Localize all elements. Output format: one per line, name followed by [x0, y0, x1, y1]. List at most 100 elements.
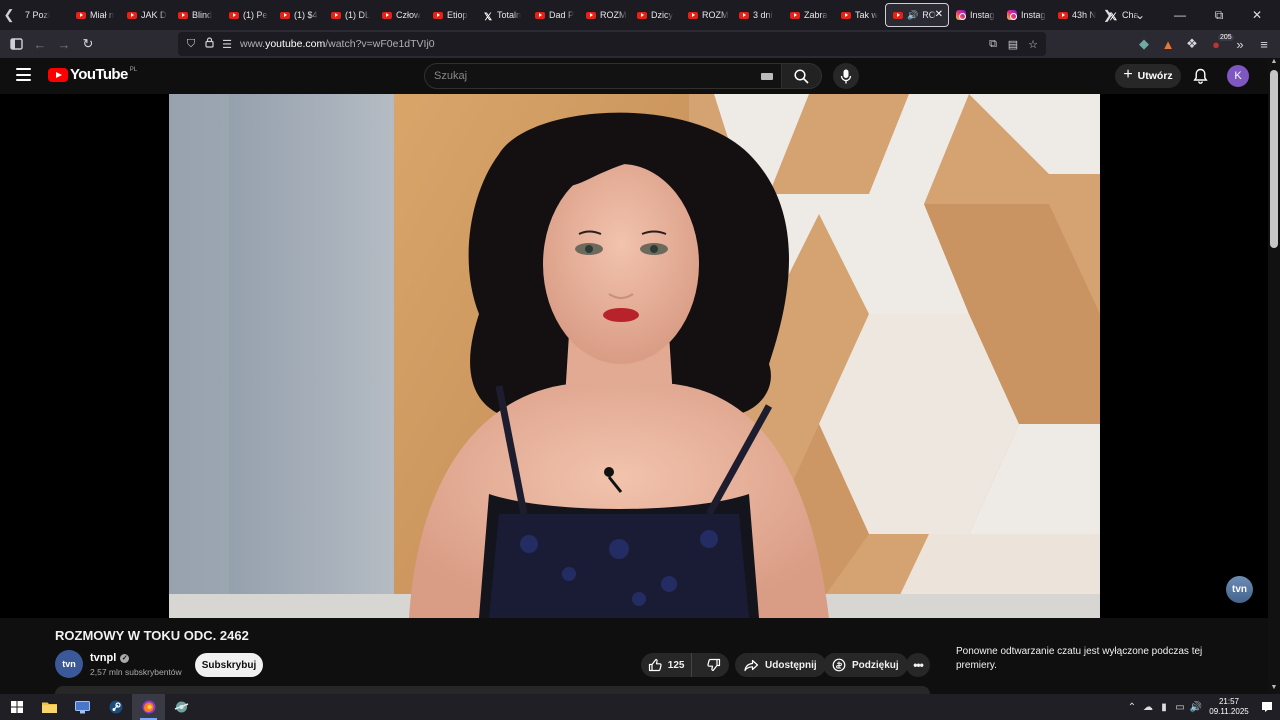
url-host: youtube.com — [265, 38, 326, 50]
voice-search-button[interactable] — [833, 63, 859, 89]
browser-tab[interactable]: Instag — [1000, 3, 1051, 27]
browser-tab[interactable]: 3 dni — [732, 3, 783, 27]
reader-view-icon[interactable]: ▤ — [1004, 38, 1022, 51]
thanks-button[interactable]: Podziękuj — [823, 653, 908, 677]
browser-tab[interactable]: Etiop — [426, 3, 477, 27]
system-tray: ⌃ ☁ ▮ ▭ 🔊 21:57 09.11.2025 — [1124, 694, 1280, 720]
browser-tab[interactable]: ROZM — [681, 3, 732, 27]
scroll-up-arrow-icon[interactable]: ▲ — [1268, 58, 1280, 68]
file-explorer-taskbar-icon[interactable] — [33, 694, 66, 720]
browser-tab[interactable]: Blind — [171, 3, 222, 27]
browser-tab[interactable]: Miał n — [69, 3, 120, 27]
tab-label: Instag — [970, 10, 995, 20]
steam-taskbar-icon[interactable] — [99, 694, 132, 720]
youtube-favicon-icon — [688, 11, 698, 19]
sidebar-toggle-icon[interactable] — [4, 32, 28, 56]
tab-label: Dzicy — [651, 10, 673, 20]
share-button[interactable]: Udostępnij — [735, 653, 826, 677]
browser-tab[interactable]: 7 Pozi — [18, 3, 69, 27]
guide-menu-icon[interactable] — [16, 68, 31, 81]
restore-button[interactable]: ⧉ — [1204, 0, 1234, 30]
vpn-shield-icon[interactable]: ◆ — [1132, 32, 1156, 56]
picture-in-picture-icon[interactable]: ⧉ — [984, 38, 1002, 51]
close-tab-icon[interactable]: ✕ — [935, 9, 943, 20]
youtube-favicon-icon — [331, 11, 341, 19]
volume-icon[interactable]: 🔊 — [1188, 694, 1204, 720]
tracking-shield-icon[interactable]: ⛉ — [182, 38, 200, 51]
browser-tab[interactable]: Człow — [375, 3, 426, 27]
youtube-favicon-icon — [229, 11, 239, 19]
browser-tab[interactable]: Instag — [949, 3, 1000, 27]
browser-tab[interactable]: Tak w — [834, 3, 885, 27]
firefox-taskbar-icon[interactable] — [132, 694, 165, 720]
browser-tab[interactable]: (1) $4 — [273, 3, 324, 27]
browser-tab[interactable]: JAK D — [120, 3, 171, 27]
tab-list: 7 Pozi Miał n JAK D Blind (1) Pe (1) $4 … — [18, 0, 1153, 30]
app-menu-icon[interactable]: ≡ — [1252, 32, 1276, 56]
keyboard-icon[interactable] — [761, 73, 773, 80]
create-button[interactable]: + Utwórz — [1115, 64, 1181, 88]
start-button[interactable] — [0, 694, 33, 720]
subscribe-button[interactable]: Subskrybuj — [195, 653, 263, 677]
taskbar-clock[interactable]: 21:57 09.11.2025 — [1204, 697, 1254, 717]
list-all-tabs-button[interactable]: ⌄ — [1124, 0, 1156, 30]
bookmark-star-icon[interactable]: ☆ — [1024, 38, 1042, 51]
ublock-extension-icon[interactable]: ● 205 — [1204, 32, 1234, 56]
browser-tab[interactable]: Dzicy — [630, 3, 681, 27]
forward-button[interactable]: → — [52, 32, 76, 56]
minimize-button[interactable]: — — [1156, 0, 1204, 30]
fox-extension-icon[interactable]: ▲ — [1156, 32, 1180, 56]
onedrive-cloud-icon[interactable]: ☁ — [1140, 694, 1156, 720]
search-button[interactable] — [781, 63, 822, 89]
close-window-button[interactable]: ✕ — [1234, 0, 1280, 30]
video-player[interactable]: tvn — [0, 94, 1268, 618]
more-actions-button[interactable]: ••• — [906, 653, 930, 677]
channel-name-row[interactable]: tvnpl ✓ — [90, 652, 130, 664]
like-count: 125 — [667, 659, 685, 671]
scroll-down-arrow-icon[interactable]: ▼ — [1268, 684, 1280, 694]
browser-tab[interactable]: (1) DL — [324, 3, 375, 27]
browser-tab[interactable]: Dad P — [528, 3, 579, 27]
clock-date: 09.11.2025 — [1209, 707, 1249, 716]
browser-tab[interactable]: 𝕏 Totaln — [477, 3, 528, 27]
permissions-icon[interactable]: ☰ — [218, 38, 236, 51]
video-frame[interactable] — [169, 94, 1100, 618]
account-avatar[interactable]: K — [1227, 65, 1249, 87]
reload-button[interactable]: ↻ — [76, 32, 100, 56]
browser-tab[interactable]: ROZM — [579, 3, 630, 27]
network-icon[interactable]: ▭ — [1172, 694, 1188, 720]
channel-watermark[interactable]: tvn — [1226, 576, 1253, 603]
like-button[interactable]: 125 — [641, 653, 693, 677]
tab-label: 7 Pozi — [25, 10, 51, 20]
remote-desktop-taskbar-icon[interactable] — [66, 694, 99, 720]
microphone-tray-icon[interactable]: ▮ — [1156, 694, 1172, 720]
show-hidden-icons-chevron-icon[interactable]: ⌃ — [1124, 694, 1140, 720]
video-still-image — [169, 94, 1100, 618]
tabs-scroll-right-button[interactable]: ❯ — [1092, 0, 1124, 30]
lock-icon[interactable] — [200, 37, 218, 51]
address-bar[interactable]: ⛉ ☰ www.youtube.com/watch?v=wF0e1dTVIj0 … — [178, 32, 1046, 56]
thanks-label: Podziękuj — [852, 659, 899, 671]
browser-tab[interactable]: Zabra — [783, 3, 834, 27]
tabs-scroll-left-button[interactable]: ❮ — [0, 0, 18, 30]
channel-avatar[interactable]: tvn — [55, 650, 83, 678]
app-taskbar-icon[interactable] — [165, 694, 198, 720]
youtube-favicon-icon — [637, 11, 647, 19]
search-input[interactable] — [434, 70, 734, 82]
browser-tab-active[interactable]: 🔊 RO ✕ — [885, 3, 949, 27]
dislike-button[interactable] — [698, 653, 729, 677]
notifications-bell-icon[interactable] — [1190, 66, 1210, 86]
browser-tab[interactable]: (1) Pe — [222, 3, 273, 27]
description-box[interactable] — [55, 686, 930, 694]
notification-center-icon[interactable] — [1254, 694, 1280, 720]
back-button[interactable]: ← — [28, 32, 52, 56]
youtube-logo[interactable]: YouTube PL — [48, 66, 137, 83]
tab-label: Człow — [396, 10, 421, 20]
extensions-puzzle-icon[interactable]: ❖ — [1180, 32, 1204, 56]
browser-tab-strip: ❮ 7 Pozi Miał n JAK D Blind (1) Pe (1) $… — [0, 0, 1280, 30]
page-scrollbar[interactable]: ▲ ▼ — [1268, 58, 1280, 694]
url-text[interactable]: www.youtube.com/watch?v=wF0e1dTVIj0 — [240, 38, 435, 50]
channel-name[interactable]: tvnpl — [90, 652, 116, 664]
scrollbar-thumb[interactable] — [1270, 70, 1278, 248]
speaker-icon[interactable]: 🔊 — [907, 10, 918, 21]
